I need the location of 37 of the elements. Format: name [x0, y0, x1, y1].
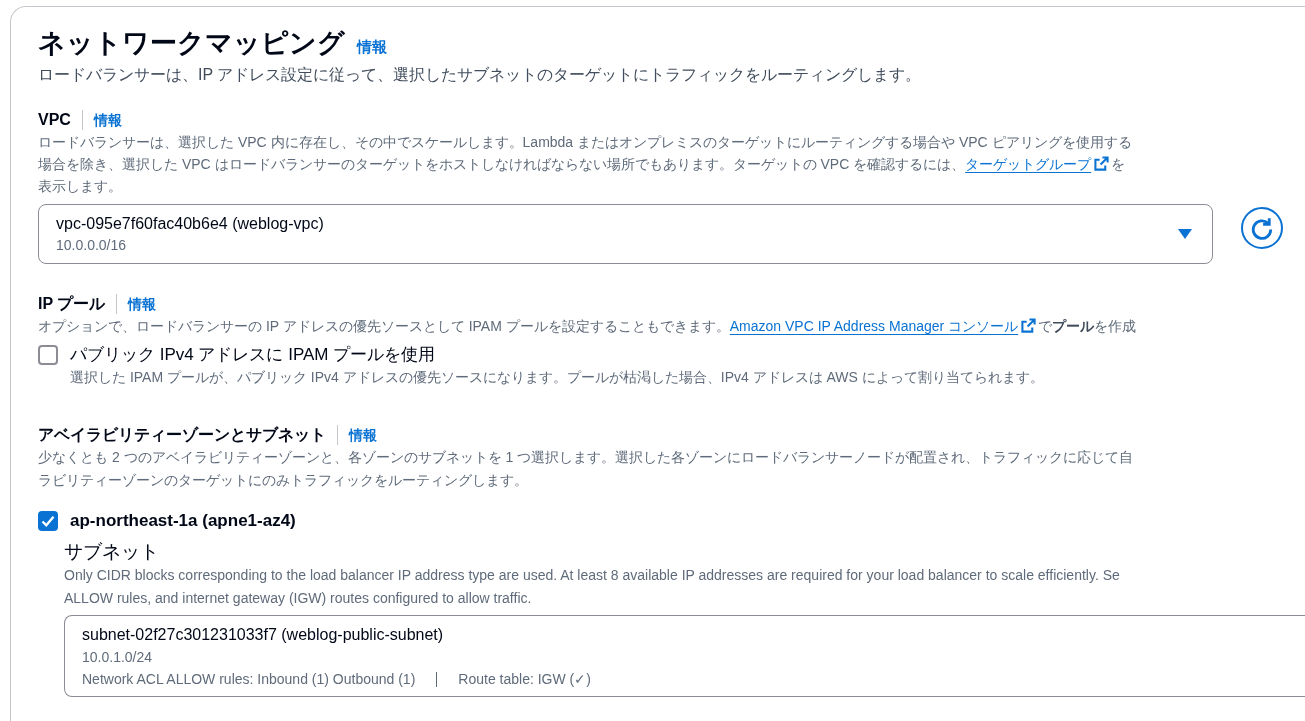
- subnet-tag: Route table: IGW (✓): [458, 668, 591, 690]
- target-group-link[interactable]: ターゲットグループ: [965, 156, 1112, 172]
- subnet-label: サブネット: [64, 540, 160, 564]
- subnet-description: ALLOW rules, and internet gateway (IGW) routes configured to allow traffic.: [64, 589, 533, 608]
- ipam-console-link[interactable]: Amazon VPC IP Address Manager コンソール: [729, 318, 1039, 334]
- info-link[interactable]: 情報: [128, 294, 157, 314]
- cidr-text: 10.0.1.0/24: [82, 648, 154, 667]
- subnet-tag: Network ACL ALLOW rules: Inbound (1) Outbound (1): [82, 668, 416, 690]
- az-description: 少なくとも 2 つのアベイラビリティーゾーンと、各ゾーンのサブネットを 1 つ選択します。選択した各ゾーンにロードバランサーノードが配置され、トラフィックに応じて自: [38, 448, 1135, 467]
- dropdown-value: vpc-095e7f60fac40b6e4 (weblog-vpc): [56, 214, 325, 234]
- caret-down-icon: [1178, 229, 1192, 239]
- cidr-text: 10.0.0.0/16: [56, 236, 128, 255]
- info-link[interactable]: 情報: [93, 110, 122, 130]
- subnet-description: Only CIDR blocks corresponding to the load balancer IP address type are used. At least 8 available IP addresses are required for your load balancer to scale efficiently. Se: [64, 566, 1121, 585]
- checkbox[interactable]: [38, 345, 58, 365]
- external-link-icon: [1094, 156, 1110, 171]
- vpc-dropdown[interactable]: vpc-095e7f60fac40b6e4 (weblog-vpc) 10.0.0.0/16: [38, 204, 1213, 264]
- field-label: IP プール: [38, 294, 106, 314]
- external-link-icon: [1021, 318, 1037, 333]
- section-description: ロードバランサーは、IP アドレス設定に従って、選択したサブネットのターゲットにトラフィックをルーティングします。: [38, 65, 923, 85]
- field-label: VPC: [38, 110, 71, 130]
- check-icon: [41, 514, 55, 528]
- ip-pool-description: オプションで、ロードバランサーの IP アドレスの優先ソースとして IPAM プールを設定することもできます。Amazon VPC IP Address Manager コンソール でプールを作成: [38, 317, 1138, 336]
- info-link[interactable]: 情報: [349, 425, 377, 445]
- subnet-dropdown[interactable]: subnet-02f27c301231033f7 (weblog-public-subnet) 10.0.1.0/24 Network ACL ALLOW rules: Inbound (1) Outbound (1) Route table: IGW (✓): [64, 615, 1305, 697]
- zone-label: ap-northeast-1a (apne1-az4): [70, 510, 296, 532]
- checkbox[interactable]: [38, 511, 58, 531]
- section-title: ネットワークマッピング: [38, 27, 345, 59]
- dropdown-value: subnet-02f27c301231033f7 (weblog-public-subnet): [82, 625, 445, 645]
- az-description: ラビリティーゾーンのターゲットにのみトラフィックをルーティングします。: [38, 471, 529, 490]
- checkbox-hint: 選択した IPAM プールが、パブリック IPv4 アドレスの優先ソースになります。プールが枯渇した場合、IPv4 アドレスは AWS によって割り当てられます。: [70, 368, 1045, 387]
- refresh-button[interactable]: [1241, 207, 1283, 249]
- vpc-description: ロードバランサーは、選択した VPC 内に存在し、その中でスケールします。Lambda またはオンプレミスのターゲットにルーティングする場合や VPC ピアリングを使用する場合を除き、選択した VPC はロードバランサーのターゲットをホストしなければならない場所でもあります。ターゲットの VPC を確認するには、ターゲットグループ を表示します。: [38, 133, 1133, 196]
- field-label: アベイラビリティーゾーンとサブネット: [38, 425, 326, 445]
- refresh-icon: [1251, 216, 1273, 240]
- info-link[interactable]: 情報: [357, 37, 387, 57]
- checkbox-label: パブリック IPv4 アドレスに IPAM プールを使用: [70, 344, 436, 366]
